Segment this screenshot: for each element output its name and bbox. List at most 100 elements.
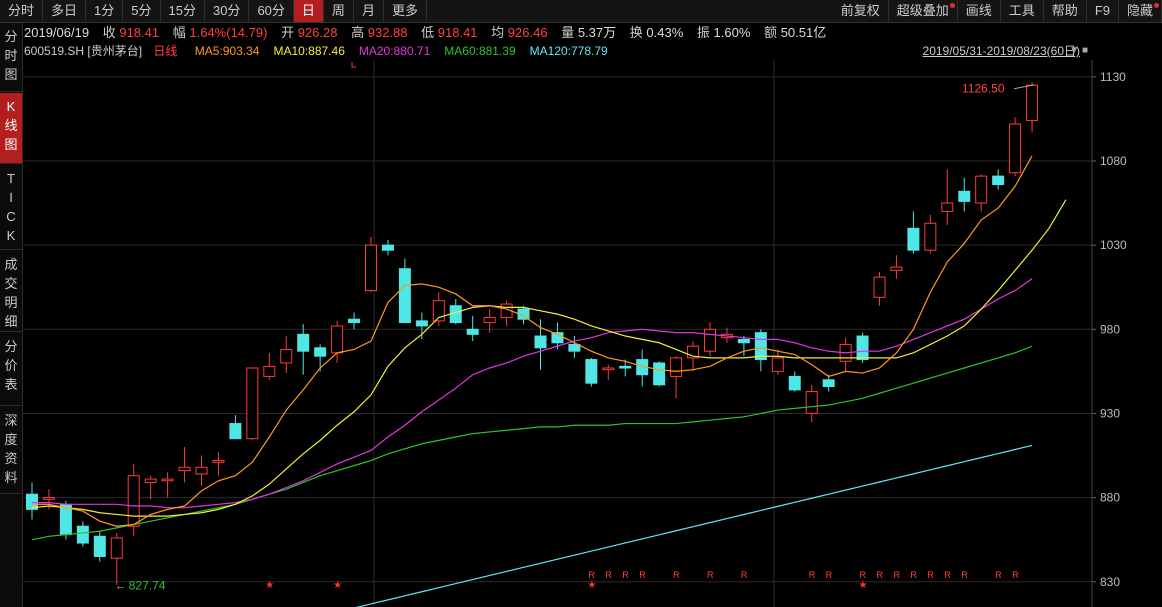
candle[interactable] — [500, 300, 513, 326]
candle[interactable] — [975, 174, 988, 212]
candle[interactable] — [924, 214, 937, 254]
candle[interactable] — [466, 315, 479, 342]
candle[interactable] — [754, 329, 767, 372]
button-hide[interactable]: 隐藏 — [1119, 0, 1162, 22]
candle[interactable] — [805, 384, 818, 422]
candle[interactable] — [26, 482, 38, 520]
y-tick-label: 1030 — [1100, 238, 1127, 252]
ma-legend-item: MA20:880.71 — [358, 44, 431, 58]
candle[interactable] — [534, 319, 547, 370]
candle[interactable] — [568, 336, 581, 358]
side-tab-tick[interactable]: TICK — [0, 165, 22, 250]
candle[interactable] — [229, 415, 242, 440]
candle-body — [466, 328, 479, 335]
button-tools[interactable]: 工具 — [1001, 0, 1044, 22]
candle[interactable] — [873, 272, 886, 306]
side-tab-kline-chart[interactable]: K线图 — [0, 93, 22, 164]
candle[interactable] — [348, 312, 361, 330]
candle[interactable] — [653, 361, 666, 387]
tab-30min[interactable]: 30分 — [205, 0, 250, 22]
side-tab-deep-data[interactable]: 深度资料 — [0, 407, 22, 494]
button-help[interactable]: 帮助 — [1044, 0, 1087, 22]
square-icon[interactable]: ■ — [1082, 45, 1088, 56]
candle-body — [415, 320, 428, 327]
candle[interactable] — [839, 337, 852, 372]
side-tab-char: K — [6, 99, 16, 114]
tab-60min[interactable]: 60分 — [249, 0, 294, 22]
button-super-overlay[interactable]: 超级叠加 — [889, 0, 958, 22]
candle[interactable] — [958, 177, 971, 212]
candle[interactable] — [670, 356, 683, 399]
candle[interactable] — [195, 455, 208, 486]
y-tick-label: 1130 — [1100, 70, 1126, 84]
candle[interactable] — [178, 447, 191, 483]
candle[interactable] — [212, 452, 225, 476]
tab-15min[interactable]: 15分 — [161, 0, 205, 22]
tab-more-label: 更多 — [391, 3, 418, 18]
candle[interactable] — [907, 211, 920, 254]
candle[interactable] — [398, 258, 411, 324]
candle[interactable] — [280, 336, 293, 374]
button-forward-adjust[interactable]: 前复权 — [833, 0, 889, 22]
candle-body — [297, 333, 310, 352]
side-tab-price-table[interactable]: 分价表 — [0, 333, 22, 406]
candle[interactable] — [263, 352, 276, 380]
candle[interactable] — [992, 169, 1005, 190]
candle[interactable] — [161, 472, 174, 498]
candle[interactable] — [415, 312, 428, 340]
candle[interactable] — [788, 371, 801, 392]
candle[interactable] — [381, 240, 394, 256]
tab-5min[interactable]: 5分 — [123, 0, 161, 22]
tab-weekly[interactable]: 周 — [324, 0, 354, 22]
r-marker: R — [707, 570, 714, 580]
candle[interactable] — [941, 169, 954, 225]
candle[interactable] — [602, 364, 615, 380]
period-low-label: 827.74 — [129, 579, 166, 593]
candle[interactable] — [704, 322, 716, 357]
stock-symbol: 600519.SH [贵州茅台] — [24, 44, 143, 58]
side-tab-char: C — [6, 209, 16, 224]
candle-body — [873, 276, 886, 298]
triangle-down-icon[interactable]: ▼ — [1069, 45, 1079, 56]
tab-daily[interactable]: 日 — [293, 0, 324, 22]
tab-more[interactable]: 更多 — [384, 0, 427, 22]
button-draw-line[interactable]: 画线 — [958, 0, 1001, 22]
candle[interactable] — [144, 475, 157, 500]
candle[interactable] — [93, 531, 106, 562]
candle[interactable] — [585, 357, 598, 387]
tab-multiday[interactable]: 多日 — [43, 0, 87, 22]
ma20-line — [32, 278, 1033, 509]
close-label: 收 — [102, 25, 116, 40]
candle-body — [771, 357, 784, 372]
side-tab-char: T — [7, 171, 15, 186]
y-tick-label: 930 — [1100, 406, 1120, 420]
candle[interactable] — [890, 255, 903, 279]
side-tab-trade-detail[interactable]: 成交明细 — [0, 251, 22, 332]
candle[interactable] — [246, 367, 259, 441]
amount-value: 50.51亿 — [780, 25, 827, 40]
tab-1min[interactable]: 1分 — [86, 0, 124, 22]
candle-body — [263, 365, 276, 377]
candle-body — [822, 379, 835, 388]
button-f9[interactable]: F9 — [1087, 0, 1119, 22]
date-range-label[interactable]: 2019/05/31-2019/08/23(60日) — [923, 43, 1080, 59]
range-controls: ▼ ■ — [1069, 45, 1088, 56]
candle[interactable] — [822, 374, 835, 392]
tab-monthly[interactable]: 月 — [354, 0, 384, 22]
candle[interactable] — [1026, 81, 1039, 133]
side-tab-intraday-chart[interactable]: 分时图 — [0, 23, 22, 92]
candle[interactable] — [636, 349, 649, 387]
candle-body — [856, 335, 869, 361]
avg-value: 926.46 — [507, 25, 548, 40]
candle[interactable] — [297, 324, 310, 375]
button-hide-label: 隐藏 — [1126, 3, 1153, 18]
period-high-label: 1126.50 — [962, 82, 1005, 96]
candle[interactable] — [365, 236, 377, 293]
candle-body — [110, 537, 123, 559]
tab-intraday[interactable]: 分时 — [0, 0, 44, 22]
kline-chart[interactable]: 1130108010309809308808301126.50827.74←R R… — [22, 60, 1162, 607]
candle-body — [958, 190, 971, 202]
candle[interactable] — [110, 532, 123, 586]
candle-body — [890, 266, 903, 271]
candle[interactable] — [1009, 117, 1022, 177]
